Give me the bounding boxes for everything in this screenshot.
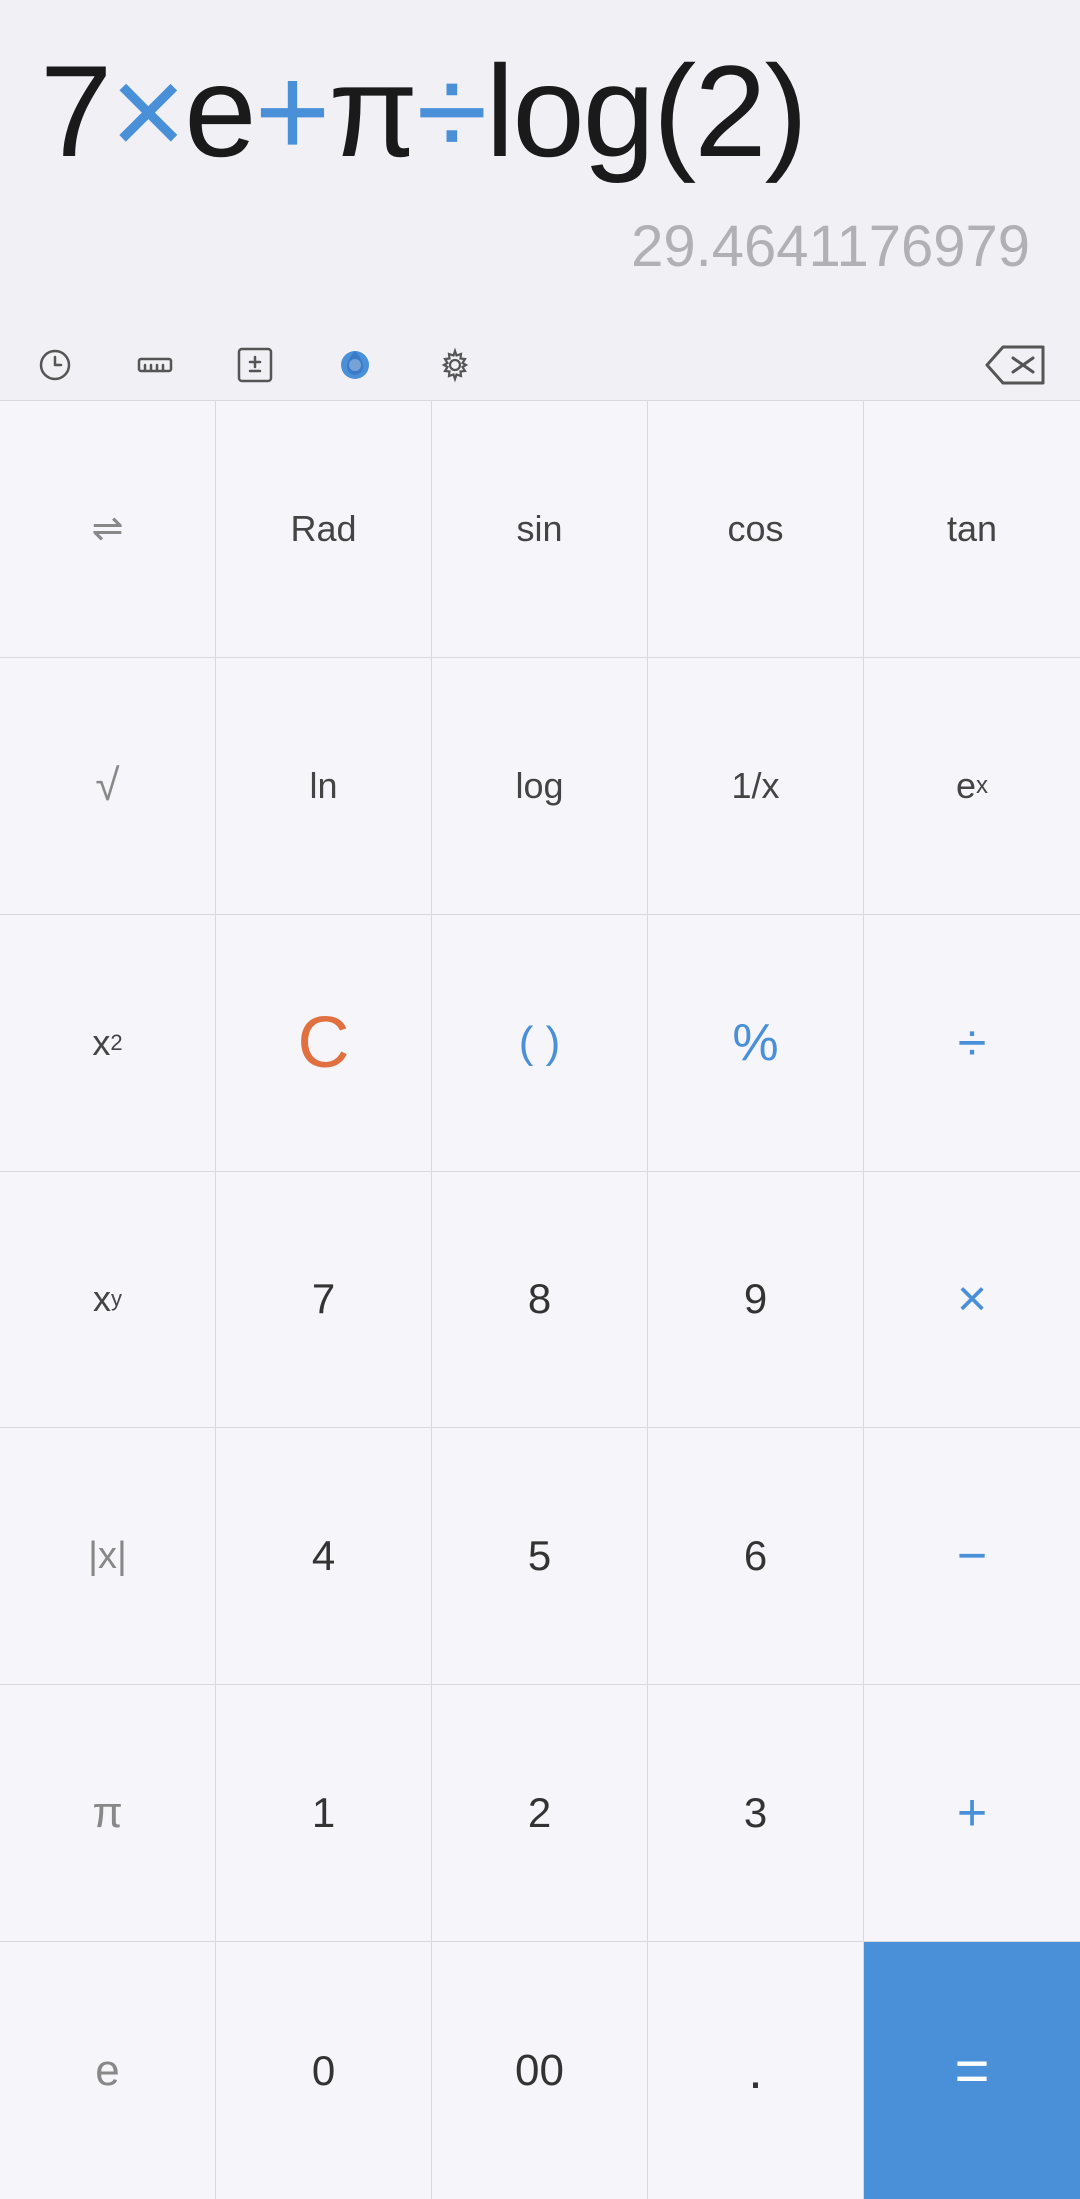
expr-pi: π	[328, 38, 416, 184]
history-button[interactable]	[30, 340, 80, 390]
keypad-row-7: e 0 00 . =	[0, 1942, 1080, 2199]
keypad-row-2: √ ln log 1/x ex	[0, 658, 1080, 915]
cos-key[interactable]: cos	[648, 401, 864, 657]
paren-key[interactable]: ( )	[432, 915, 648, 1171]
rad-key[interactable]: Rad	[216, 401, 432, 657]
multiply-key[interactable]: ×	[864, 1172, 1080, 1428]
plusminus-button[interactable]	[230, 340, 280, 390]
double-zero-key[interactable]: 00	[432, 1942, 648, 2199]
exp-key[interactable]: ex	[864, 658, 1080, 914]
zero-key[interactable]: 0	[216, 1942, 432, 2199]
sin-key[interactable]: sin	[432, 401, 648, 657]
reciprocal-key[interactable]: 1/x	[648, 658, 864, 914]
shift-key[interactable]: ⇌	[0, 401, 216, 657]
euler-key[interactable]: e	[0, 1942, 216, 2199]
sqrt-key[interactable]: √	[0, 658, 216, 914]
eight-key[interactable]: 8	[432, 1172, 648, 1428]
expr-times: ×	[110, 38, 184, 184]
backspace-button[interactable]	[980, 340, 1050, 390]
display-area: 7×e+π÷log(2) 29.4641176979	[0, 0, 1080, 330]
plus-key[interactable]: +	[864, 1685, 1080, 1941]
keypad-row-6: π 1 2 3 +	[0, 1685, 1080, 1942]
pi-key[interactable]: π	[0, 1685, 216, 1941]
keypad: ⇌ Rad sin cos tan √ ln log 1/x ex x2 C (…	[0, 401, 1080, 2199]
one-key[interactable]: 1	[216, 1685, 432, 1941]
settings-button[interactable]	[430, 340, 480, 390]
ruler-button[interactable]	[130, 340, 180, 390]
keypad-row-3: x2 C ( ) % ÷	[0, 915, 1080, 1172]
expr-7: 7	[40, 38, 110, 184]
power-key[interactable]: xy	[0, 1172, 216, 1428]
keypad-row-5: |x| 4 5 6 −	[0, 1428, 1080, 1685]
seven-key[interactable]: 7	[216, 1172, 432, 1428]
clear-key[interactable]: C	[216, 915, 432, 1171]
log-key[interactable]: log	[432, 658, 648, 914]
expression-display: 7×e+π÷log(2)	[40, 40, 1040, 183]
theme-button[interactable]	[330, 340, 380, 390]
decimal-key[interactable]: .	[648, 1942, 864, 2199]
expr-log2: log(2)	[486, 38, 806, 184]
percent-key[interactable]: %	[648, 915, 864, 1171]
five-key[interactable]: 5	[432, 1428, 648, 1684]
nine-key[interactable]: 9	[648, 1172, 864, 1428]
expr-e: e	[184, 38, 254, 184]
three-key[interactable]: 3	[648, 1685, 864, 1941]
expr-plus: +	[255, 38, 329, 184]
ln-key[interactable]: ln	[216, 658, 432, 914]
keypad-row-4: xy 7 8 9 ×	[0, 1172, 1080, 1429]
abs-key[interactable]: |x|	[0, 1428, 216, 1684]
toolbar	[0, 330, 1080, 401]
divide-key[interactable]: ÷	[864, 915, 1080, 1171]
four-key[interactable]: 4	[216, 1428, 432, 1684]
equals-key[interactable]: =	[864, 1942, 1080, 2199]
two-key[interactable]: 2	[432, 1685, 648, 1941]
tan-key[interactable]: tan	[864, 401, 1080, 657]
square-key[interactable]: x2	[0, 915, 216, 1171]
six-key[interactable]: 6	[648, 1428, 864, 1684]
result-display: 29.4641176979	[40, 213, 1040, 280]
keypad-row-1: ⇌ Rad sin cos tan	[0, 401, 1080, 658]
minus-key[interactable]: −	[864, 1428, 1080, 1684]
expr-div: ÷	[416, 38, 485, 184]
